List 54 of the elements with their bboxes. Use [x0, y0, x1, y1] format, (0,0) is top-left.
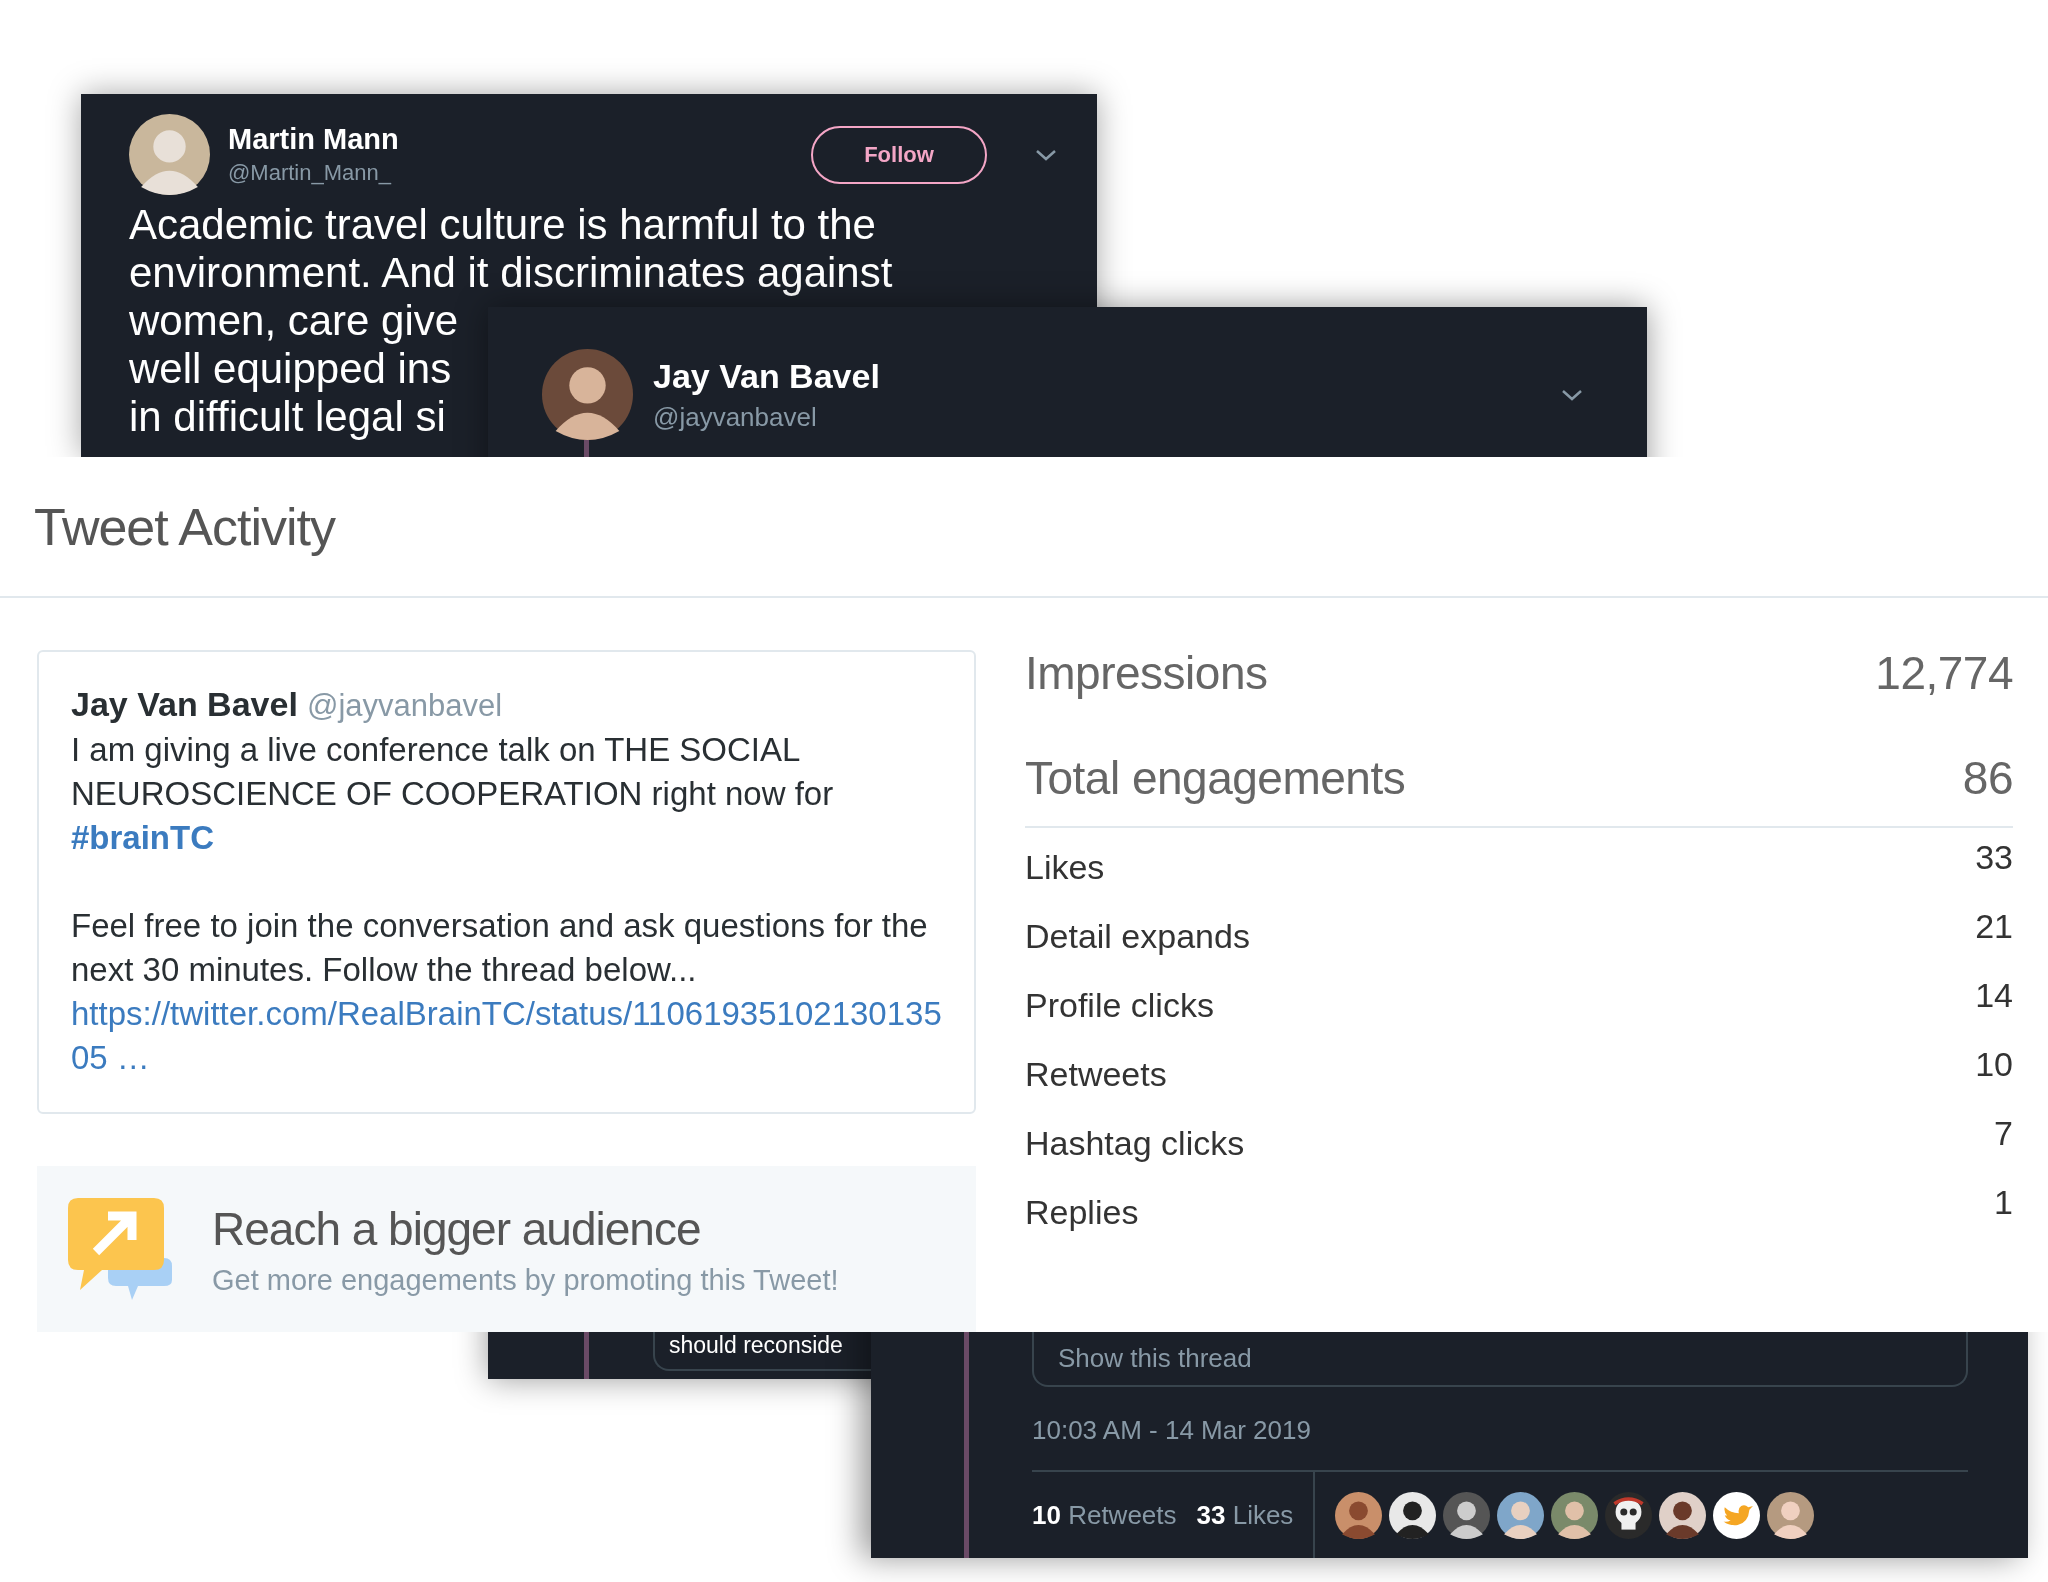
metric-value: 12,774 [1875, 646, 2013, 700]
user-name: Jay Van Bavel [71, 685, 298, 723]
timestamp: 10:03 AM - 14 Mar 2019 [1032, 1415, 1312, 1446]
metric-value: 14 [1975, 976, 2013, 1016]
user-handle: @jayvanbavel [307, 688, 503, 723]
metric-label: Total engagements [1025, 751, 1406, 805]
page-title: Tweet Activity [0, 457, 2048, 598]
metric-value: 1 [1994, 1183, 2013, 1223]
speech-bubble-icon [68, 1198, 172, 1300]
metric-label: Impressions [1025, 646, 1268, 700]
avatar-icon[interactable] [1443, 1491, 1491, 1539]
chevron-down-icon[interactable] [1561, 387, 1583, 402]
user-name: Martin Mann [228, 123, 400, 156]
avatar-icon[interactable] [1659, 1491, 1707, 1539]
tweet-text-line: women, care give [129, 297, 459, 345]
tweet-text-line: well equipped ins [129, 345, 452, 393]
promo-title: Reach a bigger audience [212, 1201, 702, 1256]
quoted-text: should reconside [669, 1331, 844, 1359]
metric-label: Profile clicks [1025, 986, 1214, 1025]
user-handle: @jayvanbavel [653, 401, 818, 433]
likes-count[interactable]: 33 Likes [1196, 1499, 1294, 1531]
promo-banner[interactable]: Reach a bigger audience Get more engagements by promoting this Tweet! [37, 1166, 976, 1332]
bird-avatar-icon[interactable] [1713, 1491, 1761, 1539]
tweet-link[interactable]: https://twitter.com/RealBrainTC/status/1106193510213013505 … [71, 992, 942, 1080]
tweet-text-line: in difficult legal si [129, 393, 446, 441]
skull-avatar-icon[interactable] [1605, 1491, 1653, 1539]
tweet-text: Feel free to join the conversation and ask questions for the next 30 minutes. Follow the thread below... [71, 906, 929, 990]
avatar-icon[interactable] [1335, 1491, 1383, 1539]
tweet-text-line: environment. And it discriminates against [129, 249, 893, 297]
metric-label: Replies [1025, 1193, 1139, 1232]
avatar-icon[interactable] [1497, 1491, 1545, 1539]
metric-value: 7 [1994, 1114, 2013, 1154]
tweet-text: I am giving a live conference talk on THE SOCIAL NEUROSCIENCE OF COOPERATION right now for #brainTC [71, 730, 835, 858]
metric-value: 21 [1975, 907, 2013, 947]
metric-label: Detail expands [1025, 917, 1250, 956]
user-name: Jay Van Bavel [653, 356, 881, 396]
avatar-icon[interactable] [542, 349, 633, 440]
avatar-icon[interactable] [1767, 1491, 1815, 1539]
metric-label: Hashtag clicks [1025, 1124, 1245, 1163]
user-handle: @Martin_Mann_ [228, 160, 393, 186]
metric-label: Retweets [1025, 1055, 1167, 1094]
hashtag-link[interactable]: #brainTC [71, 819, 215, 856]
follow-button[interactable]: Follow [811, 125, 987, 184]
metric-value: 10 [1975, 1045, 2013, 1085]
metric-value: 33 [1975, 838, 2013, 878]
chevron-down-icon[interactable] [1035, 147, 1057, 162]
avatar-icon[interactable] [129, 114, 210, 195]
avatar-icon[interactable] [1389, 1491, 1437, 1539]
retweets-count[interactable]: 10 Retweets [1032, 1499, 1177, 1531]
avatar-icon[interactable] [1551, 1491, 1599, 1539]
metric-value: 86 [1962, 751, 2013, 805]
tweet-text-line: Academic travel culture is harmful to the [129, 201, 876, 249]
metric-label: Likes [1025, 848, 1105, 887]
promo-subtitle: Get more engagements by promoting this Tweet! [212, 1263, 839, 1297]
